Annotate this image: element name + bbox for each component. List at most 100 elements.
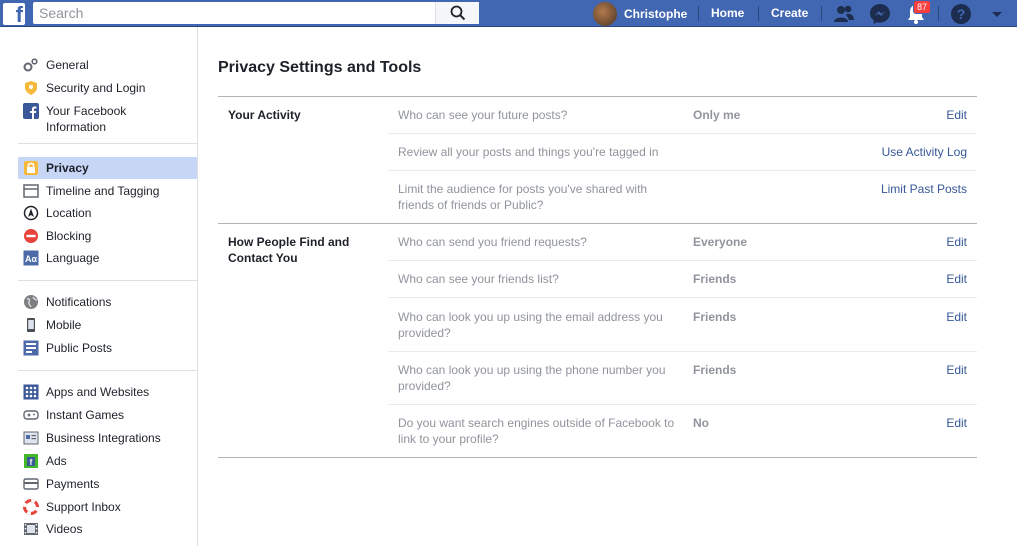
- setting-question: Do you want search engines outside of Fa…: [398, 416, 675, 446]
- sidebar-item-public-posts[interactable]: Public Posts: [18, 340, 197, 356]
- section-divider: [218, 457, 977, 458]
- setting-question: Who can send you friend requests?: [398, 235, 587, 249]
- edit-link[interactable]: Edit: [946, 107, 967, 123]
- setting-row: Limit the audience for posts you've shar…: [388, 171, 977, 223]
- sidebar-item-business-integrations[interactable]: Business Integrations: [18, 430, 197, 446]
- setting-value: Everyone: [693, 235, 748, 249]
- page-title: Privacy Settings and Tools: [218, 59, 422, 76]
- home-link[interactable]: Home: [711, 0, 744, 27]
- shield-icon: [25, 81, 37, 95]
- setting-value: Friends: [693, 272, 737, 286]
- edit-link[interactable]: Edit: [946, 415, 967, 431]
- sidebar-item-label: Apps and Websites: [46, 385, 150, 399]
- sidebar-item-label: Payments: [46, 477, 100, 491]
- sidebar-divider: [18, 280, 197, 281]
- business-icon: [23, 431, 39, 445]
- setting-value: Only me: [693, 108, 741, 122]
- language-icon: Aα: [23, 250, 39, 266]
- search-button[interactable]: [435, 2, 479, 24]
- sidebar-item-label: Public Posts: [46, 341, 113, 355]
- sidebar-item-label: Your Facebook Information: [46, 104, 127, 134]
- sidebar-item-label: Privacy: [46, 161, 89, 175]
- avatar: [593, 1, 617, 26]
- top-navigation-bar: f Christophe Home Create 87 ?: [0, 0, 1017, 27]
- setting-question: Who can look you up using the email addr…: [398, 310, 663, 340]
- edit-link[interactable]: Edit: [946, 234, 967, 250]
- sidebar-item-blocking[interactable]: Blocking: [18, 228, 197, 244]
- rss-icon: [23, 340, 39, 356]
- timeline-icon: [23, 184, 39, 198]
- sidebar-item-ads[interactable]: f Ads: [18, 453, 197, 469]
- ads-icon: f: [24, 454, 38, 468]
- help-icon[interactable]: ?: [949, 2, 973, 26]
- sidebar-item-security-and-login[interactable]: Security and Login: [18, 80, 197, 96]
- section-label-your-activity: Your Activity: [228, 108, 301, 122]
- sidebar-item-privacy[interactable]: Privacy: [18, 157, 197, 179]
- nav-divider: [938, 6, 939, 21]
- payments-icon: [23, 478, 39, 490]
- sidebar-item-label: Blocking: [46, 229, 92, 243]
- sidebar-item-your-facebook-information[interactable]: Your Facebook Information: [18, 103, 197, 135]
- limit-past-posts-link[interactable]: Limit Past Posts: [881, 181, 967, 197]
- section-label-how-people-find-you: How People Find and Contact You: [228, 235, 350, 265]
- setting-row: Who can look you up using the phone numb…: [388, 352, 977, 404]
- sidebar-item-support-inbox[interactable]: Support Inbox: [18, 499, 197, 515]
- settings-sidebar: General Security and Login Your Facebook…: [0, 27, 198, 546]
- sidebar-divider: [18, 370, 197, 371]
- use-activity-log-link[interactable]: Use Activity Log: [882, 144, 967, 160]
- film-icon: [24, 523, 38, 535]
- friend-requests-icon[interactable]: [832, 2, 856, 26]
- edit-link[interactable]: Edit: [946, 362, 967, 378]
- user-name: Christophe: [624, 6, 688, 21]
- sidebar-item-mobile[interactable]: Mobile: [18, 317, 197, 333]
- setting-question: Who can see your future posts?: [398, 108, 568, 122]
- setting-value: No: [693, 416, 709, 430]
- sidebar-item-timeline-and-tagging[interactable]: Timeline and Tagging: [18, 183, 197, 199]
- facebook-logo-letter: f: [15, 2, 23, 27]
- lock-icon: [24, 161, 38, 175]
- sidebar-item-label: Instant Games: [46, 408, 125, 422]
- globe-icon: [24, 295, 38, 309]
- notification-count-badge: 87: [913, 0, 932, 14]
- sidebar-item-language[interactable]: Aα Language: [18, 250, 197, 266]
- search-icon: [450, 5, 466, 21]
- sidebar-item-label: Videos: [46, 522, 83, 536]
- sidebar-item-general[interactable]: General: [18, 57, 197, 73]
- edit-link[interactable]: Edit: [946, 309, 967, 325]
- sidebar-divider: [18, 143, 197, 144]
- search-input[interactable]: [33, 2, 439, 24]
- setting-value: Friends: [693, 363, 737, 377]
- setting-question: Who can see your friends list?: [398, 272, 559, 286]
- setting-row: Who can see your friends list? Friends E…: [388, 261, 977, 298]
- sidebar-item-label: General: [46, 58, 89, 72]
- sidebar-item-videos[interactable]: Videos: [18, 521, 197, 537]
- setting-value: Friends: [693, 310, 737, 324]
- svg-text:f: f: [30, 458, 33, 467]
- nav-divider: [698, 6, 699, 21]
- facebook-logo[interactable]: f: [3, 2, 25, 27]
- account-menu-chevron-down-icon[interactable]: [985, 2, 1009, 26]
- messenger-icon[interactable]: [868, 2, 892, 26]
- setting-row: Do you want search engines outside of Fa…: [388, 405, 977, 457]
- location-icon: [23, 205, 39, 221]
- svg-text:Aα: Aα: [25, 254, 37, 264]
- sidebar-item-apps-and-websites[interactable]: Apps and Websites: [18, 384, 197, 400]
- sidebar-item-payments[interactable]: Payments: [18, 476, 197, 492]
- sidebar-item-label: Mobile: [46, 318, 82, 332]
- setting-question: Limit the audience for posts you've shar…: [398, 182, 648, 212]
- apps-icon: [23, 384, 39, 400]
- profile-link[interactable]: Christophe: [593, 0, 687, 27]
- create-link[interactable]: Create: [771, 0, 808, 27]
- facebook-icon: [23, 103, 39, 119]
- edit-link[interactable]: Edit: [946, 271, 967, 287]
- sidebar-item-label: Language: [46, 251, 100, 265]
- sidebar-item-notifications[interactable]: Notifications: [18, 294, 197, 310]
- svg-text:?: ?: [957, 6, 966, 22]
- lifebuoy-icon: [23, 499, 39, 515]
- sidebar-item-label: Ads: [46, 454, 67, 468]
- gamepad-icon: [23, 410, 39, 420]
- sidebar-item-instant-games[interactable]: Instant Games: [18, 407, 197, 423]
- sidebar-item-location[interactable]: Location: [18, 205, 197, 221]
- gears-icon: [23, 58, 38, 72]
- sidebar-item-label: Support Inbox: [46, 500, 121, 514]
